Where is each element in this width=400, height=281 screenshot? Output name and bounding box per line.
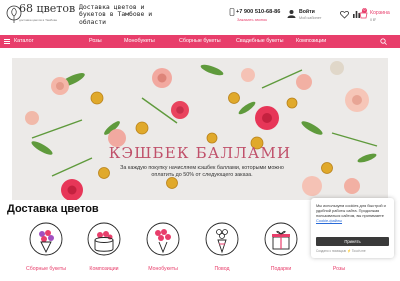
category-mixed-bouquets[interactable]: Сборные букеты xyxy=(24,222,68,281)
promo-banner[interactable]: КЭШБЕК БАЛЛАМИ За каждую покупку начисля… xyxy=(12,58,388,200)
cookie-footer: Создано с помощью ⚡ Touch.me xyxy=(316,249,366,253)
nav-item-roses[interactable]: Розы xyxy=(89,35,102,48)
cookie-popup: Мы используем cookies для быстрой и удоб… xyxy=(311,198,394,258)
cookie-text: Мы используем cookies для быстрой и удоб… xyxy=(316,203,386,223)
user-icon[interactable] xyxy=(287,9,296,18)
cookie-policy-link[interactable]: Cookie-файлы xyxy=(316,218,342,223)
category-compositions[interactable]: Композиции xyxy=(82,222,126,281)
occasion-bouquet-icon xyxy=(205,222,239,256)
phone-icon xyxy=(229,8,235,16)
nav-item-mixed-bouquets[interactable]: Сборные букеты xyxy=(179,35,221,48)
gift-icon xyxy=(264,222,298,256)
category-label: Сборные букеты xyxy=(25,266,66,272)
flower-box-icon xyxy=(87,222,121,256)
header-tagline: Доставка цветов и букетов в Тамбове и об… xyxy=(79,3,153,26)
callback-link[interactable]: Заказать звонок xyxy=(237,17,267,22)
heart-icon[interactable] xyxy=(340,10,349,19)
login-link[interactable]: Войти xyxy=(299,9,315,15)
section-title: Доставка цветов xyxy=(7,203,99,215)
phone-number[interactable]: +7 900 510-68-86 xyxy=(236,9,280,15)
search-icon[interactable] xyxy=(380,38,387,45)
category-label: Монобукеты xyxy=(148,266,178,272)
logo-subtitle: доставка цветов в Тамбове xyxy=(19,18,58,22)
login-subtitle: Мой кабинет xyxy=(299,16,322,20)
category-monobouquets[interactable]: Монобукеты xyxy=(141,222,185,281)
site-header: 68 цветов доставка цветов в Тамбове Дост… xyxy=(0,0,400,33)
cart-sum: 0 ₽ xyxy=(370,18,376,22)
category-occasion[interactable]: Повод xyxy=(200,222,244,281)
bouquet-icon xyxy=(29,222,63,256)
menu-burger-icon[interactable] xyxy=(4,39,10,44)
cart-link[interactable]: Корзина xyxy=(370,10,390,16)
accept-cookies-button[interactable]: Принять xyxy=(316,237,389,246)
promo-title: КЭШБЕК БАЛЛАМИ xyxy=(108,144,292,162)
cart-count-badge: 0 xyxy=(362,8,367,13)
category-label: Розы xyxy=(332,266,346,272)
roses-icon xyxy=(146,222,180,256)
nav-item-wedding-bouquets[interactable]: Свадебные букеты xyxy=(236,35,283,48)
nav-item-catalog[interactable]: Каталог xyxy=(14,35,34,48)
promo-text: За каждую покупку начисляем кэшбек балла… xyxy=(120,165,284,179)
category-label: Повод xyxy=(214,266,230,272)
logo-text: 68 цветов xyxy=(19,2,76,15)
main-nav: Каталог Розы Монобукеты Сборные букеты С… xyxy=(0,35,400,48)
category-label: Подарки xyxy=(270,266,292,272)
nav-item-monobouquets[interactable]: Монобукеты xyxy=(124,35,155,48)
category-label: Композиции xyxy=(89,266,119,272)
category-gifts[interactable]: Подарки xyxy=(259,222,303,281)
nav-item-compositions[interactable]: Композиции xyxy=(296,35,326,48)
